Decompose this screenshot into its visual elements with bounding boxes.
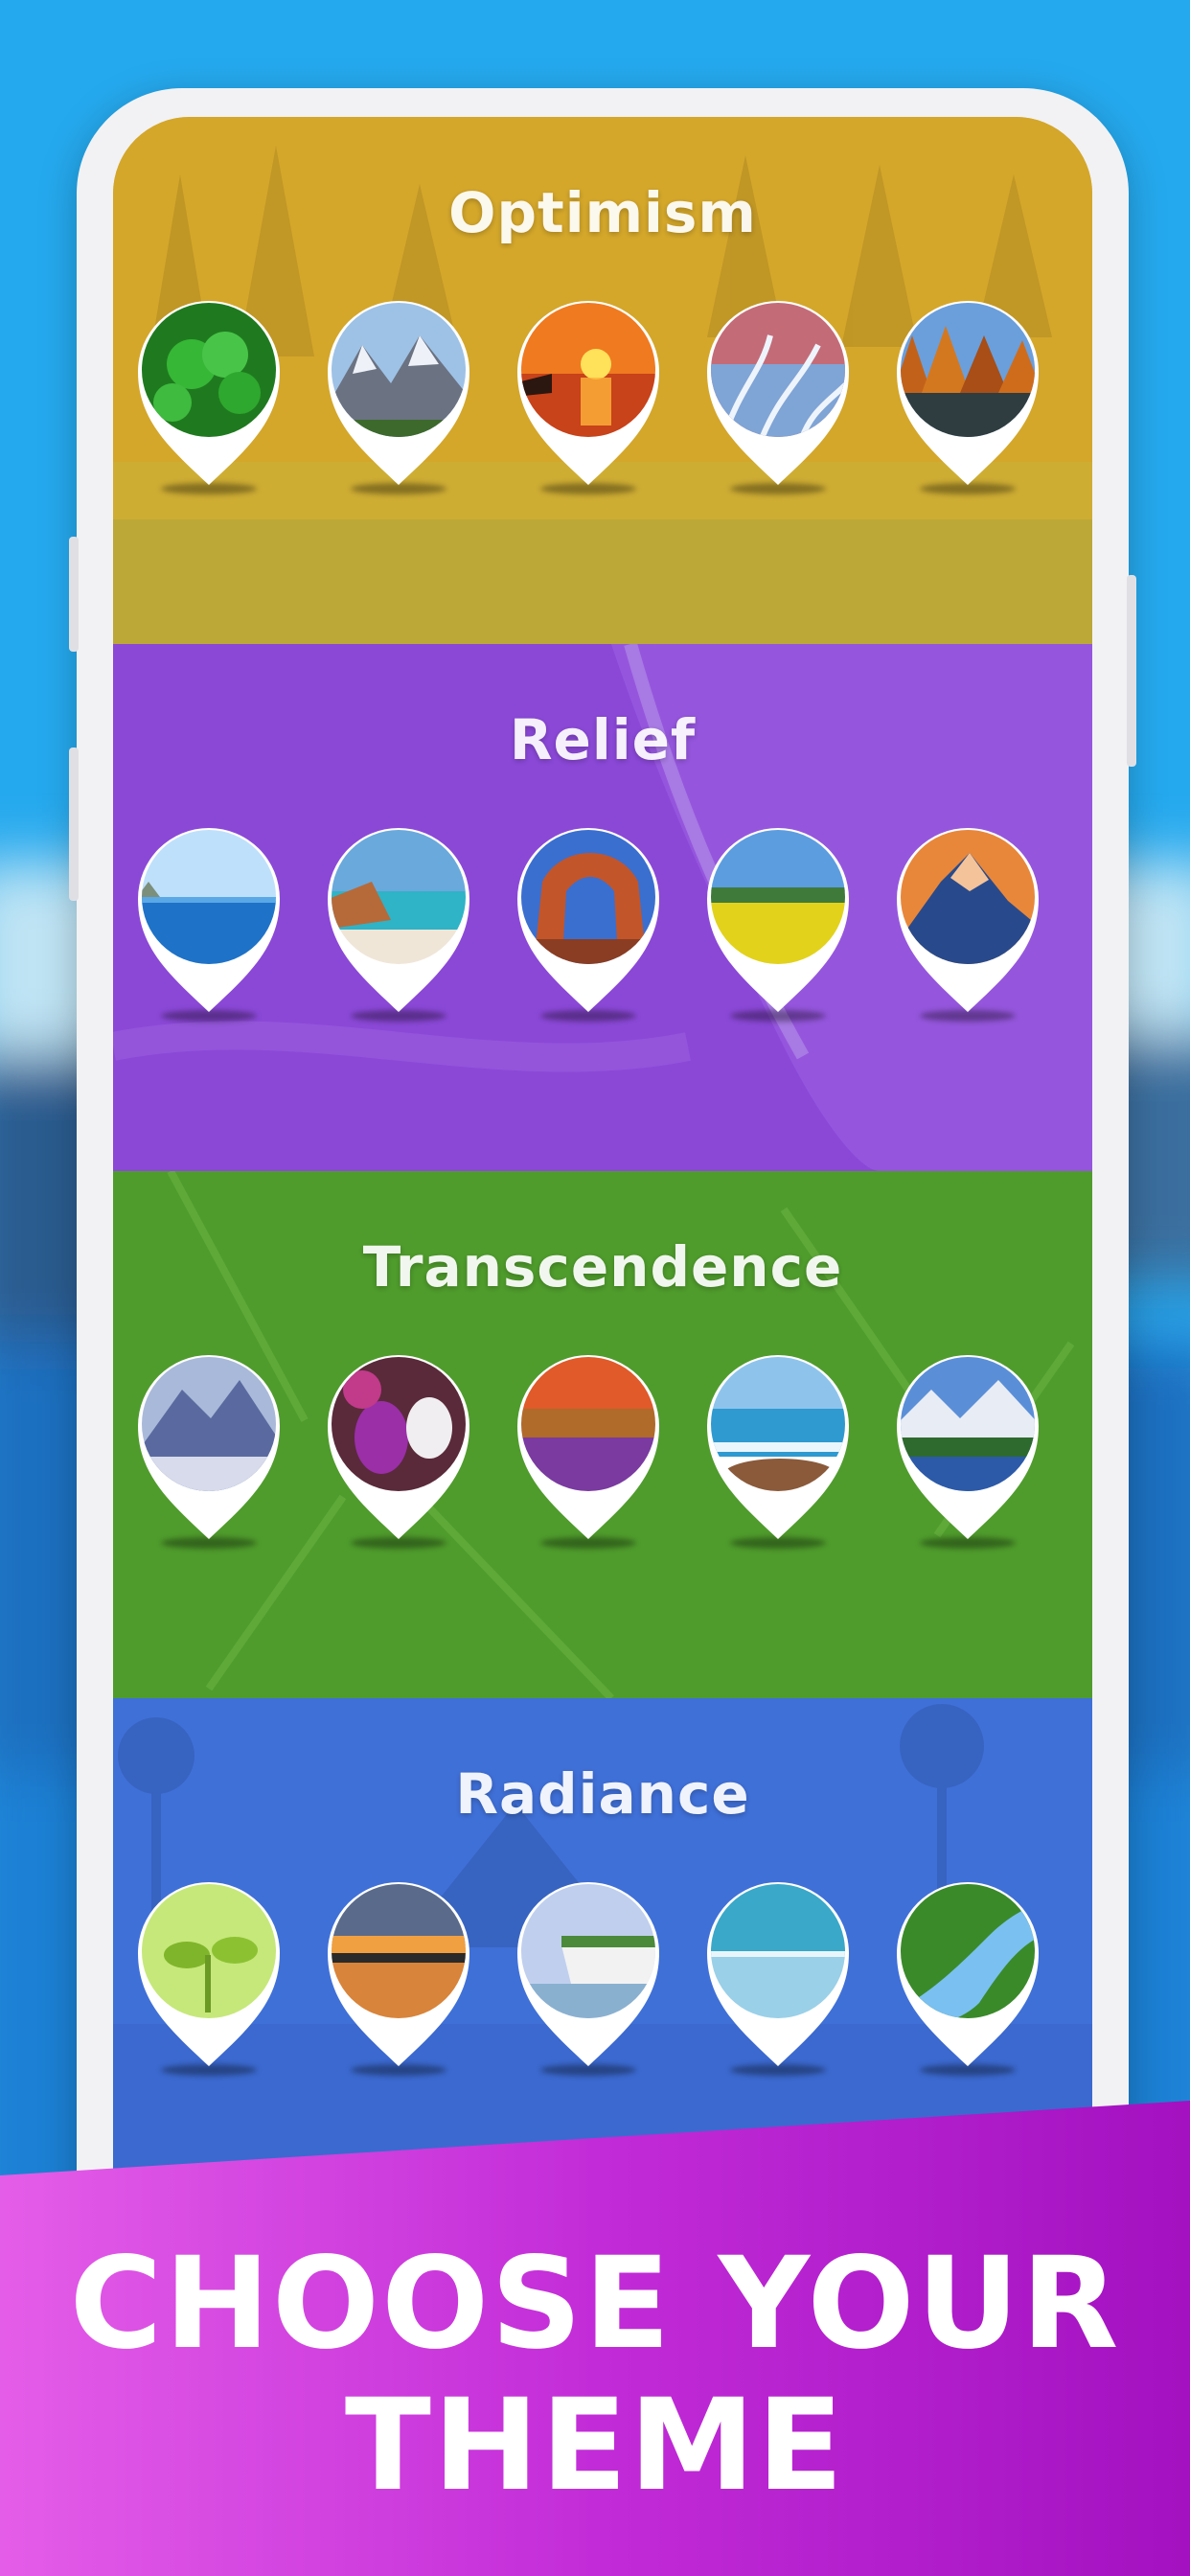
cliffs-thumbnail [517, 1882, 659, 2066]
mountain-thumbnail [328, 301, 469, 485]
theme-pin[interactable] [324, 1878, 473, 2076]
banner-line-2: THEME [344, 2372, 846, 2519]
frost-thumbnail [707, 301, 849, 485]
theme-pins-row [134, 297, 1073, 508]
sunset-thumbnail [517, 301, 659, 485]
shore-thumbnail [707, 1355, 849, 1539]
theme-section-transcendence: Transcendence [113, 1171, 1092, 1698]
theme-pin[interactable] [324, 297, 473, 494]
theme-pin[interactable] [703, 297, 853, 494]
theme-pin[interactable] [134, 824, 284, 1022]
alpine-lake-thumbnail [897, 1355, 1039, 1539]
section-title: Transcendence [362, 1234, 843, 1300]
theme-pin[interactable] [893, 1878, 1042, 2076]
phone-side-button [69, 537, 79, 652]
app-screen: Optimism Relief Transcendence Radiance [113, 117, 1092, 2264]
river-thumbnail [897, 1882, 1039, 2066]
banner-headline: CHOOSE YOUR THEME [0, 2233, 1190, 2517]
theme-pin[interactable] [703, 1878, 853, 2076]
section-title: Radiance [455, 1761, 750, 1827]
theme-section-optimism: Optimism [113, 117, 1092, 644]
autumn-thumbnail [897, 301, 1039, 485]
theme-pin[interactable] [324, 1351, 473, 1549]
theme-pin[interactable] [514, 824, 663, 1022]
flower-thumbnail [328, 1355, 469, 1539]
theme-pins-row [134, 1878, 1073, 2089]
misty-mountain-thumbnail [138, 1355, 280, 1539]
theme-pin[interactable] [893, 297, 1042, 494]
theme-pin[interactable] [514, 1878, 663, 2076]
theme-pin[interactable] [514, 297, 663, 494]
theme-pins-row [134, 824, 1073, 1035]
phone-side-button [69, 748, 79, 901]
phone-side-button [1127, 575, 1136, 767]
field-thumbnail [707, 828, 849, 1012]
sprout-thumbnail [138, 1882, 280, 2066]
peak-thumbnail [897, 828, 1039, 1012]
beach-thumbnail [328, 828, 469, 1012]
clover-thumbnail [138, 301, 280, 485]
theme-pin[interactable] [134, 1878, 284, 2076]
theme-pin[interactable] [893, 824, 1042, 1022]
lavender-thumbnail [517, 1355, 659, 1539]
theme-section-relief: Relief [113, 644, 1092, 1171]
section-title: Optimism [448, 180, 757, 245]
theme-pin[interactable] [514, 1351, 663, 1549]
theme-pin[interactable] [893, 1351, 1042, 1549]
ocean-thumbnail [707, 1882, 849, 2066]
banner-line-1: CHOOSE YOUR [69, 2230, 1121, 2378]
arch-thumbnail [517, 828, 659, 1012]
sea-thumbnail [138, 828, 280, 1012]
section-title: Relief [509, 707, 697, 772]
theme-pin[interactable] [703, 1351, 853, 1549]
theme-pin[interactable] [134, 297, 284, 494]
theme-pin[interactable] [324, 824, 473, 1022]
theme-pins-row [134, 1351, 1073, 1562]
theme-pin[interactable] [134, 1351, 284, 1549]
theme-pin[interactable] [703, 824, 853, 1022]
lake-sunset-thumbnail [328, 1882, 469, 2066]
